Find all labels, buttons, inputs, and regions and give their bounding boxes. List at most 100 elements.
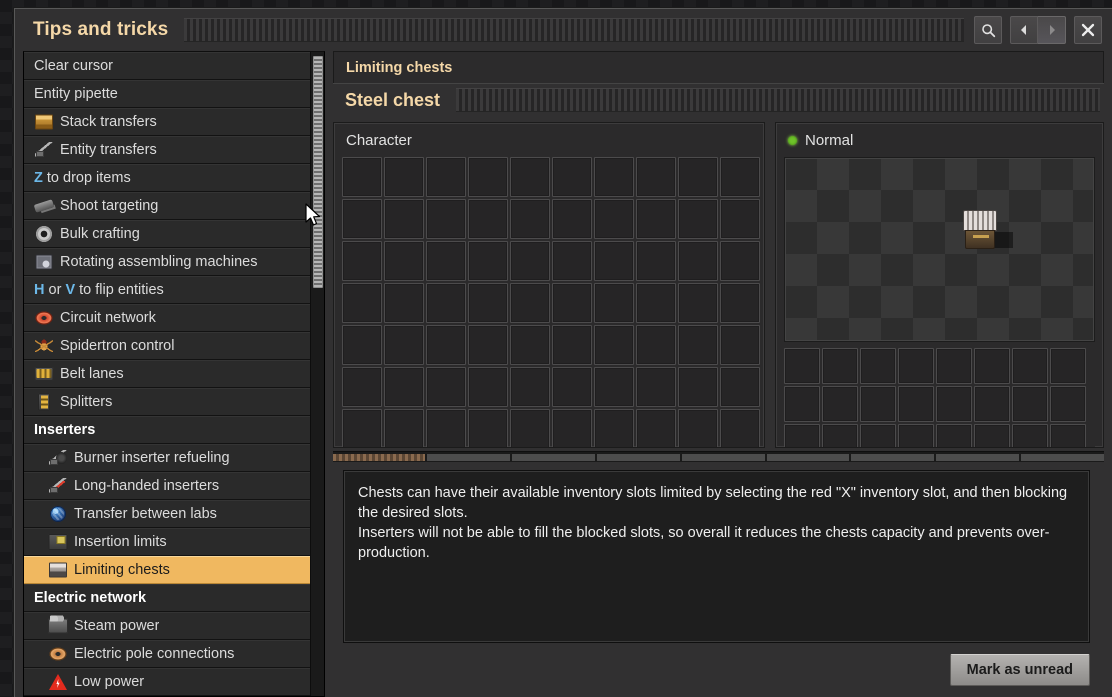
sidebar-scrollbar-thumb[interactable]: [313, 56, 323, 288]
chest-inventory-slot[interactable]: [936, 424, 972, 447]
character-inventory-slot[interactable]: [468, 283, 508, 323]
timeline-segment[interactable]: [681, 454, 765, 461]
sidebar-item-z-to-drop-items[interactable]: Z to drop items: [24, 164, 310, 192]
character-inventory-slot[interactable]: [636, 367, 676, 407]
sidebar-item-spidertron-control[interactable]: Spidertron control: [24, 332, 310, 360]
character-inventory-slot[interactable]: [636, 199, 676, 239]
character-inventory-slot[interactable]: [720, 409, 760, 447]
sidebar-item-limiting-chests[interactable]: Limiting chests: [24, 556, 310, 584]
chest-inventory-slot[interactable]: [860, 424, 896, 447]
character-inventory-slot[interactable]: [678, 409, 718, 447]
chest-inventory-slot[interactable]: [1012, 424, 1048, 447]
character-inventory-slot[interactable]: [426, 367, 466, 407]
sidebar-item-belt-lanes[interactable]: Belt lanes: [24, 360, 310, 388]
character-inventory-slot[interactable]: [342, 409, 382, 447]
character-inventory-slot[interactable]: [510, 325, 550, 365]
chest-inventory-slot[interactable]: [822, 386, 858, 422]
chest-inventory-slot[interactable]: [1012, 386, 1048, 422]
tips-sidebar-list[interactable]: Clear cursor Entity pipette Stack transfer…: [24, 52, 310, 696]
character-inventory-slot[interactable]: [510, 409, 550, 447]
character-inventory-slot[interactable]: [384, 283, 424, 323]
character-inventory-slot[interactable]: [426, 241, 466, 281]
timeline-segment[interactable]: [511, 454, 595, 461]
character-inventory-slot[interactable]: [468, 241, 508, 281]
character-inventory-slot[interactable]: [594, 241, 634, 281]
character-inventory-slot[interactable]: [594, 283, 634, 323]
chest-inventory-slot[interactable]: [1050, 424, 1086, 447]
sidebar-item-steam-power[interactable]: Steam power: [24, 612, 310, 640]
back-button[interactable]: [1010, 16, 1038, 44]
chest-inventory-slot[interactable]: [860, 348, 896, 384]
timeline-segment[interactable]: [427, 454, 510, 461]
character-inventory-slot[interactable]: [594, 325, 634, 365]
timeline-segment[interactable]: [851, 454, 935, 461]
character-inventory-slot[interactable]: [426, 409, 466, 447]
chest-inventory-slot[interactable]: [936, 386, 972, 422]
sidebar-item-entity-transfers[interactable]: Entity transfers: [24, 136, 310, 164]
character-inventory-slot[interactable]: [468, 157, 508, 197]
character-inventory-slot[interactable]: [510, 367, 550, 407]
timeline-segment[interactable]: [333, 454, 425, 461]
character-inventory-slot[interactable]: [636, 409, 676, 447]
character-inventory-slot[interactable]: [468, 325, 508, 365]
mark-as-unread-button[interactable]: Mark as unread: [949, 654, 1090, 686]
character-inventory-slot[interactable]: [678, 367, 718, 407]
character-inventory-slot[interactable]: [552, 241, 592, 281]
character-inventory-slot[interactable]: [678, 283, 718, 323]
chest-inventory-slot[interactable]: [1050, 348, 1086, 384]
chest-inventory-slot[interactable]: [898, 348, 934, 384]
tip-progress-timeline[interactable]: [333, 451, 1104, 462]
character-inventory-slot[interactable]: [552, 157, 592, 197]
forward-button[interactable]: [1038, 16, 1066, 44]
sidebar-item-shoot-targeting[interactable]: Shoot targeting: [24, 192, 310, 220]
character-inventory-slot[interactable]: [594, 157, 634, 197]
character-inventory-slot[interactable]: [384, 325, 424, 365]
sidebar-item-splitters[interactable]: Splitters: [24, 388, 310, 416]
character-inventory-slot[interactable]: [510, 157, 550, 197]
character-inventory-slot[interactable]: [384, 157, 424, 197]
sidebar-item-rotating-assembling-machines[interactable]: Rotating assembling machines: [24, 248, 310, 276]
timeline-segment[interactable]: [596, 454, 680, 461]
character-inventory-slot[interactable]: [552, 367, 592, 407]
character-inventory-slot[interactable]: [636, 241, 676, 281]
character-inventory-slot[interactable]: [720, 367, 760, 407]
character-inventory-slot[interactable]: [342, 157, 382, 197]
character-inventory-slot[interactable]: [636, 157, 676, 197]
close-button[interactable]: [1074, 16, 1102, 44]
character-inventory-slot[interactable]: [468, 199, 508, 239]
sidebar-item-long-handed-inserters[interactable]: Long-handed inserters: [24, 472, 310, 500]
character-inventory-slot[interactable]: [636, 325, 676, 365]
character-inventory-slot[interactable]: [720, 157, 760, 197]
character-inventory-slot[interactable]: [552, 409, 592, 447]
character-inventory-slot[interactable]: [594, 367, 634, 407]
character-inventory-slot[interactable]: [678, 241, 718, 281]
timeline-segment[interactable]: [766, 454, 850, 461]
chest-inventory-slot[interactable]: [822, 348, 858, 384]
character-inventory-slot[interactable]: [384, 241, 424, 281]
character-inventory-slot[interactable]: [468, 367, 508, 407]
sidebar-item-insertion-limits[interactable]: Insertion limits: [24, 528, 310, 556]
character-inventory-slot[interactable]: [510, 199, 550, 239]
chest-inventory-slot[interactable]: [974, 424, 1010, 447]
character-inventory-slot[interactable]: [426, 157, 466, 197]
character-inventory-slot[interactable]: [552, 199, 592, 239]
character-inventory-slot[interactable]: [678, 325, 718, 365]
character-inventory-slot[interactable]: [384, 367, 424, 407]
character-inventory-slot[interactable]: [636, 283, 676, 323]
chest-inventory-slot[interactable]: [898, 424, 934, 447]
chest-inventory-slot[interactable]: [860, 386, 896, 422]
window-drag-handle[interactable]: [184, 18, 964, 42]
sidebar-item-electric-pole-connections[interactable]: Electric pole connections: [24, 640, 310, 668]
chest-inventory-slot[interactable]: [822, 424, 858, 447]
character-inventory-slot[interactable]: [594, 199, 634, 239]
character-inventory-slot[interactable]: [342, 241, 382, 281]
character-inventory-slot[interactable]: [552, 325, 592, 365]
chest-inventory-slot[interactable]: [1012, 348, 1048, 384]
character-inventory-slot[interactable]: [468, 409, 508, 447]
character-inventory-slot[interactable]: [510, 283, 550, 323]
sidebar-item-transfer-between-labs[interactable]: Transfer between labs: [24, 500, 310, 528]
character-inventory-slot[interactable]: [510, 241, 550, 281]
character-inventory-slot[interactable]: [342, 199, 382, 239]
character-inventory-slot[interactable]: [552, 283, 592, 323]
sidebar-item-clear-cursor[interactable]: Clear cursor: [24, 52, 310, 80]
